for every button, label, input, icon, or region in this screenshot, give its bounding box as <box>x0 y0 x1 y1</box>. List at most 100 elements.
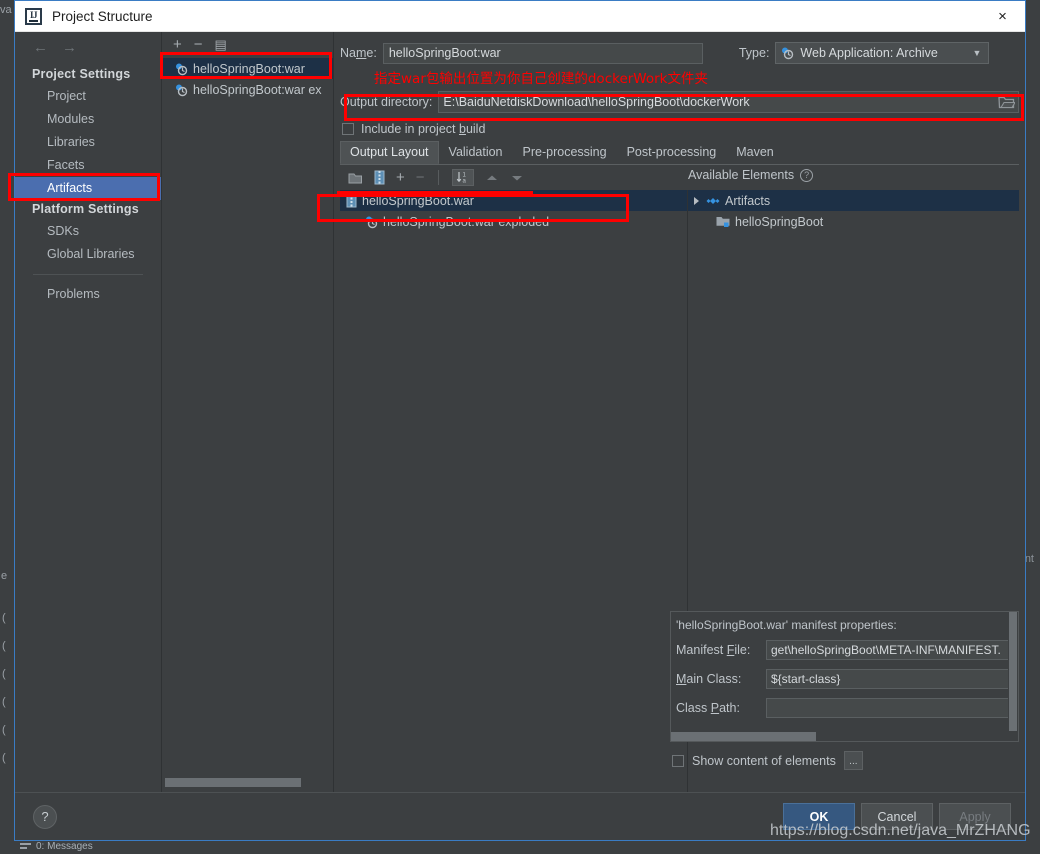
include-in-build-label: Include in project build <box>361 122 486 136</box>
config-tabs: Output Layout Validation Pre-processing … <box>340 141 1019 165</box>
annotation-text: 指定war包输出位置为你自己创建的dockerWork文件夹 <box>374 71 708 87</box>
bg-fragment-5: ( <box>2 696 6 708</box>
sidebar-item-project[interactable]: Project <box>15 85 161 108</box>
show-content-options-button[interactable]: ... <box>843 751 863 770</box>
dialog-title: Project Structure <box>52 8 153 24</box>
expand-triangle-icon[interactable] <box>694 196 699 205</box>
nav-history-controls: ← → <box>15 40 161 65</box>
show-content-checkbox[interactable] <box>672 754 684 767</box>
bg-fragment-7: ( <box>2 752 6 764</box>
nav-divider <box>33 274 143 275</box>
manifest-file-value: get\helloSpringBoot\META-INF\MANIFEST. <box>771 643 1001 657</box>
available-elements-label: Available Elements <box>688 168 795 182</box>
messages-icon <box>20 842 31 851</box>
main-class-value: ${start-class} <box>771 672 841 686</box>
dialog-titlebar: IJ Project Structure × <box>15 1 1025 32</box>
war-archive-icon <box>346 193 357 208</box>
list-item-label: helloSpringBoot:war ex <box>193 82 322 97</box>
manifest-file-label: Manifest File: <box>676 643 751 657</box>
create-archive-icon[interactable] <box>374 170 385 185</box>
project-structure-dialog: IJ Project Structure × ← → Project Setti… <box>14 0 1026 841</box>
output-directory-row: Output directory: E:\BaiduNetdiskDownloa… <box>340 91 1019 113</box>
help-button[interactable]: ? <box>33 804 57 829</box>
remove-artifact-button[interactable]: − <box>194 37 203 52</box>
sidebar-item-facets[interactable]: Facets <box>15 154 161 177</box>
copy-artifact-button[interactable]: ▤ <box>215 38 227 51</box>
list-item-label: helloSpringBoot:war <box>193 61 305 76</box>
tree-row-label: helloSpringBoot <box>735 214 824 229</box>
artifacts-hscrollbar[interactable] <box>164 778 332 787</box>
messages-label: 0: Messages <box>36 840 93 852</box>
exploded-artifact-icon <box>366 216 378 228</box>
move-down-icon <box>511 175 522 180</box>
show-content-row: Show content of elements ... <box>672 751 863 770</box>
class-path-label: Class Path: <box>676 701 740 715</box>
tab-validation[interactable]: Validation <box>439 141 513 164</box>
type-value: Web Application: Archive <box>800 46 938 60</box>
add-element-icon[interactable]: + <box>396 170 405 185</box>
add-artifact-button[interactable]: + <box>173 37 182 52</box>
back-icon[interactable]: ← <box>33 40 48 55</box>
list-item[interactable]: helloSpringBoot:war ex <box>162 79 333 100</box>
footer-buttons: OK Cancel Apply <box>783 803 1011 830</box>
include-in-build-checkbox[interactable] <box>342 123 354 135</box>
show-content-label: Show content of elements <box>692 753 836 768</box>
settings-navigation: ← → Project Settings Project Modules Lib… <box>15 32 162 792</box>
sidebar-item-modules[interactable]: Modules <box>15 108 161 131</box>
manifest-file-row: Manifest File: get\helloSpringBoot\META-… <box>671 640 1018 660</box>
name-type-row: Name: helloSpringBoot:war Type: Web Appl… <box>340 42 1019 64</box>
ok-button[interactable]: OK <box>783 803 855 830</box>
sort-elements-icon[interactable]: 1 a <box>451 169 474 186</box>
chevron-down-icon[interactable]: ▼ <box>973 48 982 58</box>
output-layout-toolbar: + − 1 a Available Elements ? <box>340 165 1019 190</box>
dialog-body: ← → Project Settings Project Modules Lib… <box>15 32 1025 792</box>
artifacts-list-panel: + − ▤ helloSpringBoot:war helloSpringBoo… <box>162 32 334 792</box>
tree-row-label: Artifacts <box>725 193 771 208</box>
manifest-hscrollbar[interactable] <box>671 732 1018 741</box>
sidebar-item-libraries[interactable]: Libraries <box>15 131 161 154</box>
bg-fragment-3: ( <box>2 640 6 652</box>
main-class-input[interactable]: ${start-class} <box>766 669 1016 689</box>
sidebar-item-problems[interactable]: Problems <box>15 283 161 306</box>
manifest-hscrollbar-thumb[interactable] <box>671 732 816 741</box>
bg-fragment-0: va <box>0 4 12 16</box>
name-label: Name: <box>340 46 377 60</box>
artifact-config-pane: Name: helloSpringBoot:war Type: Web Appl… <box>334 32 1025 792</box>
tree-row[interactable]: helloSpringBoot:war exploded <box>340 211 687 232</box>
tree-row[interactable]: Artifacts <box>688 190 1019 211</box>
bg-fragment-6: ( <box>2 724 6 736</box>
layout-toolbar-buttons: + − 1 a <box>340 169 524 186</box>
include-in-build-row[interactable]: Include in project build <box>342 122 1019 136</box>
manifest-vscrollbar-thumb[interactable] <box>1009 612 1017 731</box>
artifacts-hscrollbar-thumb[interactable] <box>165 778 301 787</box>
tab-pre-processing[interactable]: Pre-processing <box>513 141 617 164</box>
bg-fragment-right: nt <box>1024 553 1034 565</box>
tree-row[interactable]: helloSpringBoot <box>688 211 1019 232</box>
create-directory-icon[interactable] <box>348 171 363 185</box>
type-select[interactable]: Web Application: Archive ▼ <box>775 42 990 64</box>
sidebar-item-artifacts[interactable]: Artifacts <box>15 177 161 200</box>
manifest-file-input[interactable]: get\helloSpringBoot\META-INF\MANIFEST. <box>766 640 1016 660</box>
help-icon[interactable]: ? <box>800 168 814 182</box>
type-label: Type: <box>738 46 770 60</box>
sidebar-item-sdks[interactable]: SDKs <box>15 220 161 243</box>
class-path-input[interactable] <box>766 698 1016 718</box>
tab-maven[interactable]: Maven <box>726 141 784 164</box>
tree-row-label: helloSpringBoot.war <box>362 193 474 208</box>
manifest-vscrollbar[interactable] <box>1008 612 1018 732</box>
output-directory-label: Output directory: <box>340 95 433 109</box>
close-icon[interactable]: × <box>980 1 1025 31</box>
tree-row[interactable]: helloSpringBoot.war <box>340 190 687 211</box>
output-layout-tree: helloSpringBoot.war helloSpringBoot:war … <box>340 190 688 792</box>
group-header-project-settings: Project Settings <box>32 67 131 81</box>
forward-icon[interactable]: → <box>62 40 77 55</box>
cancel-button[interactable]: Cancel <box>861 803 933 830</box>
list-item[interactable]: helloSpringBoot:war <box>162 58 333 79</box>
output-directory-input[interactable]: E:\BaiduNetdiskDownload\helloSpringBoot\… <box>438 91 1019 113</box>
tab-output-layout[interactable]: Output Layout <box>340 141 439 164</box>
tab-post-processing[interactable]: Post-processing <box>617 141 727 164</box>
sidebar-item-global-libraries[interactable]: Global Libraries <box>15 243 161 266</box>
browse-folder-icon[interactable] <box>998 95 1015 110</box>
name-input[interactable]: helloSpringBoot:war <box>382 42 703 64</box>
manifest-properties-panel: 'helloSpringBoot.war' manifest propertie… <box>670 611 1019 742</box>
